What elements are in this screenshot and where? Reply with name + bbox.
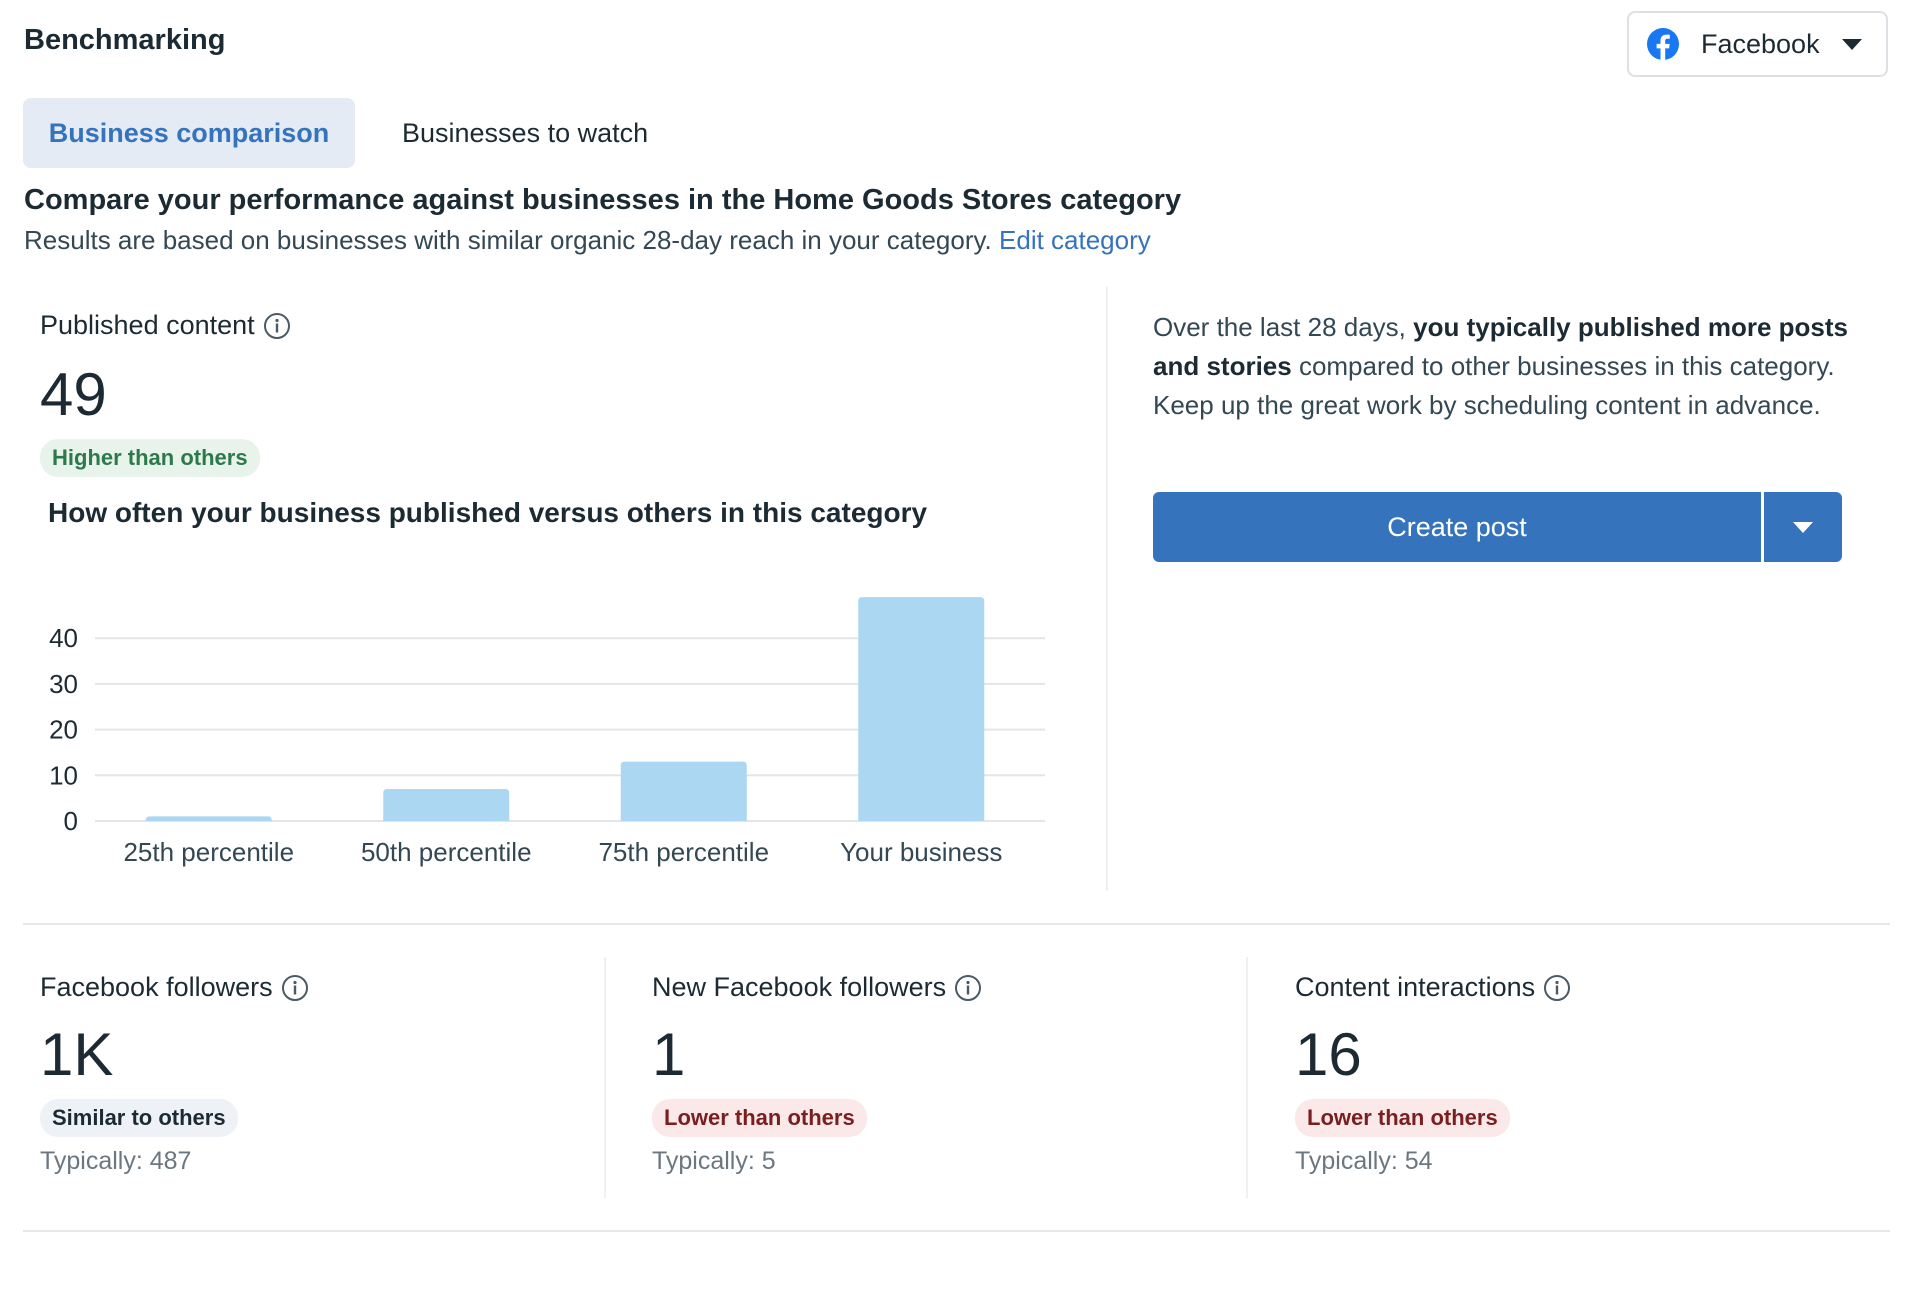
create-post-options-button[interactable] [1764,492,1842,562]
caret-down-icon [1793,521,1813,533]
status-badge: Lower than others [1295,1099,1510,1137]
typical-value: Typically: 54 [1295,1147,1433,1175]
published-content-chart: 0 10 20 30 40 25th percentile 50th percentile 7… [49,597,1045,867]
status-badge: Similar to others [40,1099,238,1137]
edit-category-link[interactable]: Edit category [999,225,1151,255]
metric-label-text: Facebook followers [40,972,273,1002]
platform-dropdown-label: Facebook [1701,28,1820,59]
published-content-label-text: Published content [40,310,255,340]
bar [383,789,510,821]
tab-business-comparison[interactable]: Business comparison [23,98,355,168]
metric-value: 16 [1295,1021,1362,1088]
card-divider [1246,957,1248,1198]
y-tick-label: 0 [64,806,78,836]
typical-value: Typically: 5 [652,1147,776,1175]
bar [620,761,747,821]
insight-text: Over the last 28 days, you typically pub… [1153,308,1853,425]
typical-value: Typically: 487 [40,1147,192,1175]
metric-label-text: New Facebook followers [652,972,947,1002]
y-tick-label: 10 [49,760,78,790]
metric-card-content-interactions: Content interactions 16 Lower than other… [1295,972,1571,1176]
info-icon[interactable] [263,312,291,340]
info-icon[interactable] [1543,974,1571,1002]
info-icon[interactable] [281,974,309,1002]
insight-text-before: Over the last 28 days, [1153,312,1414,342]
metric-label-text: Content interactions [1295,972,1536,1002]
x-tick-label: 25th percentile [123,837,294,867]
y-tick-label: 40 [49,623,78,653]
metric-label: Facebook followers [40,972,309,1003]
subline-text: Results are based on businesses with sim… [24,225,992,255]
status-badge: Lower than others [652,1099,867,1137]
published-content-label: Published content [40,310,291,341]
facebook-icon [1647,28,1679,60]
bar [145,816,272,821]
metric-value: 1 [652,1021,686,1088]
page-title: Benchmarking [24,24,226,56]
x-tick-label: 75th percentile [598,837,769,867]
bottom-divider [23,1230,1890,1232]
card-divider [604,957,606,1198]
info-icon[interactable] [954,974,982,1002]
y-tick-label: 30 [49,669,78,699]
platform-dropdown[interactable]: Facebook [1627,11,1888,77]
section-divider [23,923,1890,925]
vertical-divider [1106,287,1108,891]
chart-title: How often your business published versus… [48,497,928,528]
metric-label: New Facebook followers [652,972,982,1003]
caret-down-icon [1841,38,1862,50]
bar [858,597,985,821]
metric-card-facebook-followers: Facebook followers 1K Similar to others … [40,972,309,1176]
section-headline: Compare your performance against busines… [24,184,1182,216]
metric-card-new-facebook-followers: New Facebook followers 1 Lower than othe… [652,972,982,1176]
y-tick-label: 20 [49,715,78,745]
published-content-value: 49 [40,361,107,428]
metric-value: 1K [40,1021,114,1088]
section-subline: Results are based on businesses with sim… [24,225,1151,256]
create-post-button[interactable]: Create post [1153,492,1761,562]
tab-businesses-to-watch[interactable]: Businesses to watch [402,98,648,168]
x-tick-label: Your business [840,837,1002,867]
metric-label: Content interactions [1295,972,1571,1003]
status-badge: Higher than others [40,439,260,477]
x-tick-label: 50th percentile [361,837,532,867]
